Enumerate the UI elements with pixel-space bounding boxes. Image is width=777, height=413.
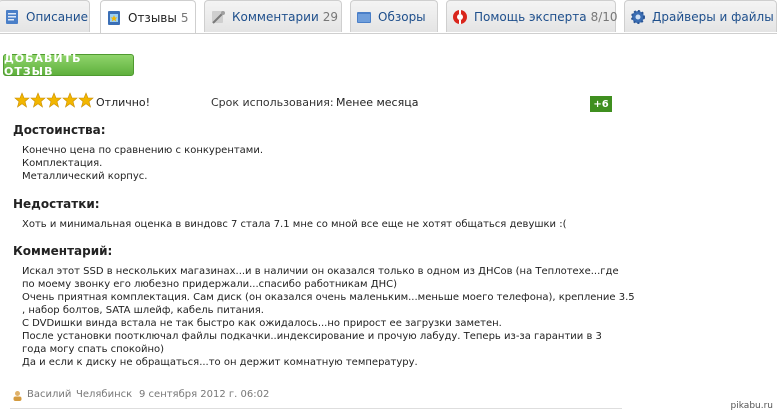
star-icon [46,92,62,108]
tab-comments[interactable]: Комментарии 29 [204,0,342,32]
tab-label: Описание [26,9,89,24]
pros-title: Достоинства: [13,123,106,137]
review-city: Челябинск [76,389,133,400]
user-icon [13,391,22,401]
star-icon [62,92,78,108]
tab-reviews[interactable]: Отзывы 5 [100,0,196,34]
folder-icon [357,11,371,23]
star-icon [14,92,30,108]
tab-count: 8/10 [590,9,618,24]
star-icon [78,92,94,108]
cons-title: Недостатки: [13,197,100,211]
watermark: pikabu.ru [730,401,773,411]
lifebuoy-icon [453,9,467,24]
add-review-button[interactable]: ДОБАВИТЬ ОТЗЫВ [3,52,134,78]
review-card: Отлично! Срок использования: Менее месяц… [0,86,777,413]
tab-articles[interactable]: Обзоры [350,0,438,32]
tab-drivers[interactable]: Драйверы и файлы [624,0,777,32]
tab-label: Обзоры [378,9,426,24]
tab-bar: Описание Отзывы 5 Комментарии 29 Обзоры … [0,0,777,34]
tab-divider [0,33,777,34]
cons-text: Хоть и минимальная оценка в виндовс 7 ст… [22,219,567,230]
tab-count: 5 [180,10,189,25]
review-rating-badge[interactable]: +6 [590,96,612,112]
tab-label: Помощь эксперта [474,9,587,24]
comment-title: Комментарий: [13,244,113,258]
review-verdict: Отлично! [96,96,151,109]
tools-icon [212,10,225,24]
tab-label: Комментарии [232,9,319,24]
tab-count: 29 [322,9,339,24]
reviews-icon [108,10,120,25]
tab-expert-help[interactable]: Помощь эксперта 8/10 [446,0,618,32]
review-author[interactable]: Василий [27,389,71,400]
comment-text: Искал этот SSD в нескольких магазинах...… [22,266,635,368]
star-icon [30,92,46,108]
gear-icon [631,9,645,24]
tab-description[interactable]: Описание [0,0,90,32]
document-icon [6,9,18,24]
review-date: 9 сентября 2012 г. 06:02 [139,389,270,400]
usage-period-value: Менее месяца [336,96,419,109]
review-divider [10,408,622,409]
tab-label: Отзывы [128,10,177,25]
star-rating [14,92,94,108]
usage-period-label: Срок использования: [211,96,334,109]
pros-text: Конечно цена по сравнению с конкурентами… [22,145,264,182]
tab-label: Драйверы и файлы [652,9,774,24]
